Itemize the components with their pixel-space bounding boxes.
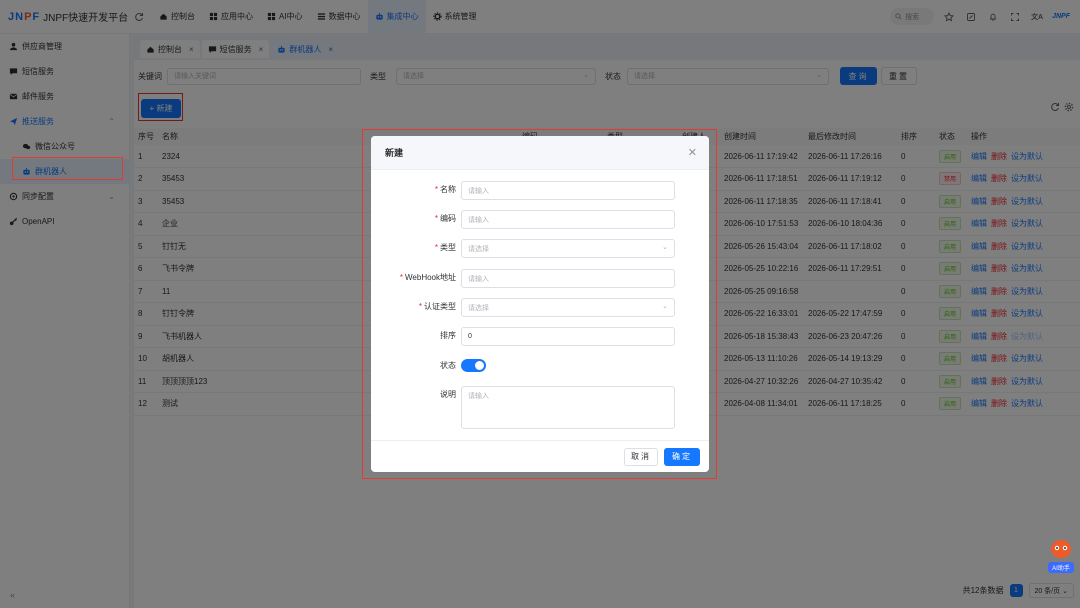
highlight-box-sidebar: [12, 157, 123, 180]
highlight-box-dialog: [362, 129, 717, 479]
ai-helper-label: AI助手: [1048, 562, 1074, 573]
